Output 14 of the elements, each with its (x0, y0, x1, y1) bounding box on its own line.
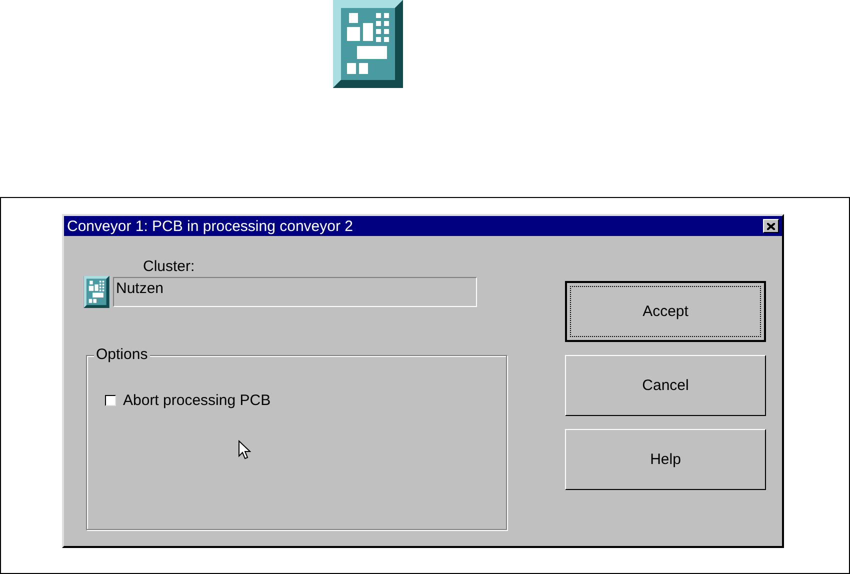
group-title: Options (94, 346, 150, 363)
field-label: Cluster: (143, 258, 196, 276)
close-button[interactable] (763, 219, 779, 233)
cluster-icon (333, 0, 403, 88)
checkbox-label: Abort processing PCB (123, 392, 271, 409)
cluster-field[interactable]: Nutzen (113, 277, 477, 307)
cluster-icon (83, 276, 110, 308)
dialog-button[interactable]: Accept (565, 281, 766, 342)
checkbox[interactable] (105, 395, 116, 406)
mouse-pointer-icon (238, 440, 251, 460)
dialog-button[interactable]: Help (565, 429, 766, 490)
dialog-button[interactable]: Cancel (565, 355, 766, 416)
close-icon (767, 222, 775, 230)
window-title: Conveyor 1: PCB in processing conveyor 2 (67, 218, 353, 234)
